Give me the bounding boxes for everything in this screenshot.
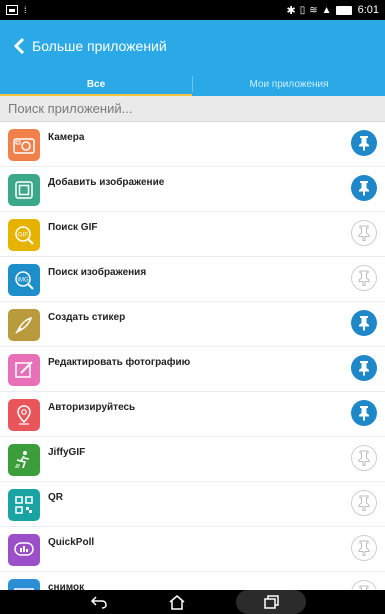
snapshot-icon bbox=[8, 579, 40, 590]
back-arrow-icon[interactable] bbox=[10, 37, 28, 55]
recent-apps-icon[interactable] bbox=[235, 590, 306, 614]
back-icon[interactable] bbox=[79, 590, 119, 614]
list-item-add-image[interactable]: Добавить изображение bbox=[0, 167, 385, 212]
pin-icon[interactable] bbox=[351, 175, 377, 201]
app-name: Поиск изображения bbox=[48, 267, 147, 278]
qr-icon bbox=[8, 489, 40, 521]
image-search-icon: IMG bbox=[8, 264, 40, 296]
app-name: Поиск GIF bbox=[48, 222, 98, 233]
bluetooth-icon: ✱ bbox=[286, 4, 296, 17]
list-item-edit-photo[interactable]: Редактировать фотографию bbox=[0, 347, 385, 392]
pin-icon[interactable] bbox=[351, 400, 377, 426]
pin-icon[interactable] bbox=[351, 445, 377, 471]
jiffygif-icon bbox=[8, 444, 40, 476]
app-name: QuickPoll bbox=[48, 537, 95, 548]
battery-icon bbox=[335, 5, 352, 15]
tab-bar: Все Мои приложения bbox=[0, 72, 385, 96]
svg-text:GIF: GIF bbox=[18, 233, 28, 239]
pin-icon[interactable] bbox=[351, 265, 377, 291]
screen: ⁞ ✱ ▯ ≋ ▲ 6:01 Больше приложений Все Мои… bbox=[0, 0, 385, 614]
sticker-icon bbox=[8, 309, 40, 341]
app-name: QR bbox=[48, 492, 63, 503]
app-list: Камера Добавить изображение GIF Поиск GI… bbox=[0, 122, 385, 590]
status-time: 6:01 bbox=[357, 4, 379, 16]
pin-icon[interactable] bbox=[351, 220, 377, 246]
location-icon bbox=[8, 399, 40, 431]
edit-photo-icon bbox=[8, 354, 40, 386]
list-item-image-search[interactable]: IMG Поиск изображения bbox=[0, 257, 385, 302]
list-item-quickpoll[interactable]: QuickPoll bbox=[0, 527, 385, 572]
status-bar: ⁞ ✱ ▯ ≋ ▲ 6:01 bbox=[0, 0, 385, 20]
sim-icon: ⁞ bbox=[24, 5, 27, 15]
navigation-bar bbox=[0, 590, 385, 614]
camera-icon bbox=[8, 129, 40, 161]
list-item-sign-in[interactable]: Авторизируйтесь bbox=[0, 392, 385, 437]
app-name: Камера bbox=[48, 132, 85, 143]
list-item-create-sticker[interactable]: Создать стикер bbox=[0, 302, 385, 347]
list-item-jiffygif[interactable]: JiffyGIF bbox=[0, 437, 385, 482]
list-item-snapshot[interactable]: снимок bbox=[0, 572, 385, 590]
app-name: Авторизируйтесь bbox=[48, 402, 136, 413]
pin-icon[interactable] bbox=[351, 130, 377, 156]
pin-icon[interactable] bbox=[351, 580, 377, 590]
app-name: Добавить изображение bbox=[48, 177, 165, 188]
svg-text:IMG: IMG bbox=[17, 278, 29, 284]
tab-all[interactable]: Все bbox=[0, 72, 192, 96]
pin-icon[interactable] bbox=[351, 310, 377, 336]
tab-my-apps[interactable]: Мои приложения bbox=[193, 72, 385, 96]
gif-search-icon: GIF bbox=[8, 219, 40, 251]
wifi-icon: ≋ bbox=[309, 4, 318, 16]
add-image-icon bbox=[8, 174, 40, 206]
app-name: Редактировать фотографию bbox=[48, 357, 191, 368]
search-bar bbox=[0, 96, 385, 122]
search-input[interactable] bbox=[8, 101, 385, 116]
list-item-camera[interactable]: Камера bbox=[0, 122, 385, 167]
pin-icon[interactable] bbox=[351, 355, 377, 381]
home-icon[interactable] bbox=[157, 590, 197, 614]
list-item-gif-search[interactable]: GIF Поиск GIF bbox=[0, 212, 385, 257]
image-icon bbox=[6, 4, 18, 16]
pin-icon[interactable] bbox=[351, 535, 377, 561]
signal-icon: ▲ bbox=[321, 4, 332, 16]
app-bar: Больше приложений bbox=[0, 20, 385, 72]
app-name: снимок bbox=[48, 582, 85, 590]
app-name: JiffyGIF bbox=[48, 447, 86, 458]
app-name: Создать стикер bbox=[48, 312, 126, 323]
quickpoll-icon bbox=[8, 534, 40, 566]
page-title: Больше приложений bbox=[32, 38, 167, 54]
vibrate-icon: ▯ bbox=[299, 4, 306, 16]
pin-icon[interactable] bbox=[351, 490, 377, 516]
list-item-qr[interactable]: QR bbox=[0, 482, 385, 527]
